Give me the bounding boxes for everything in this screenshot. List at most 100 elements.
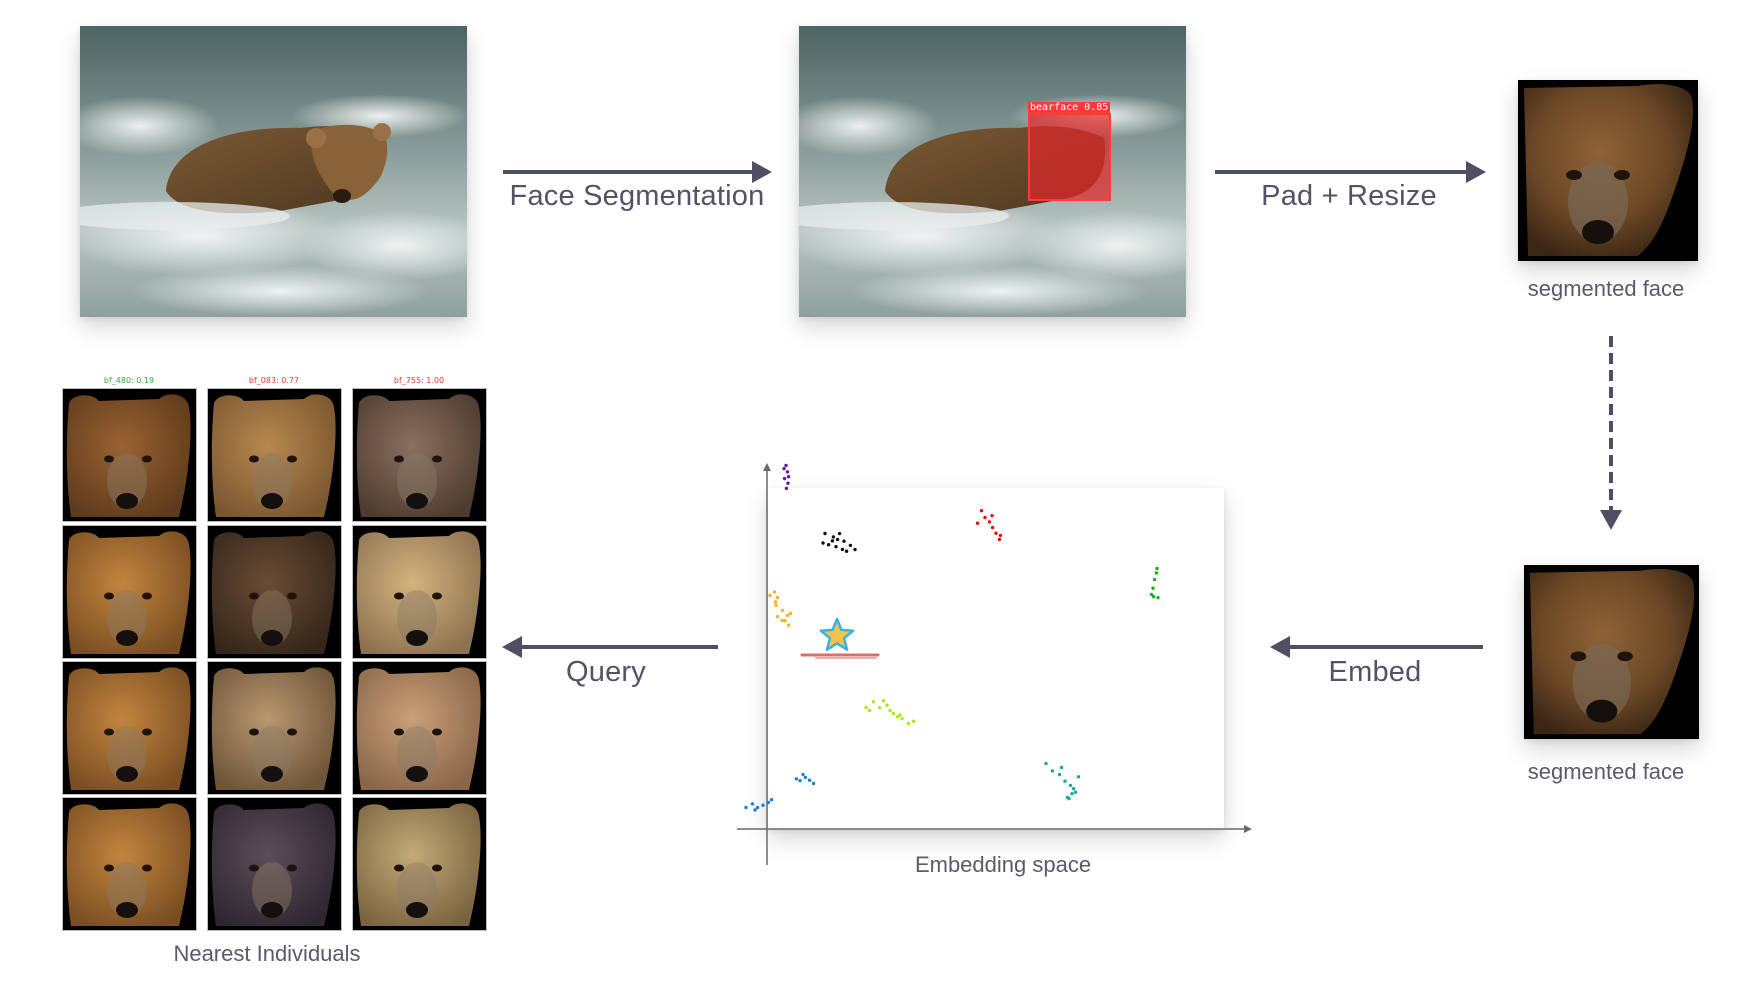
segmented-face-top-caption: segmented face [1527, 276, 1685, 301]
bear-face-blonde-icon [356, 531, 481, 654]
bear-face-image [1529, 569, 1695, 735]
embedding-point-green [1154, 571, 1159, 575]
embedding-point-teal [1070, 791, 1074, 796]
embedding-point-blue [744, 805, 748, 810]
river-bear-detection-image [799, 26, 1186, 317]
embedding-plot [737, 463, 1252, 865]
embedding-point-black [853, 547, 857, 552]
embedding-point-orange [775, 595, 780, 600]
river-bear-image [80, 26, 467, 317]
embedding-point-orange [768, 593, 772, 598]
embedding-point-black [842, 539, 846, 543]
pad-resize-label: Pad + Resize [1261, 180, 1437, 212]
embedding-point-blue [811, 781, 816, 786]
embedding-point-blue [807, 778, 812, 782]
embedding-point-purple [782, 466, 786, 471]
embedding-point-teal [1076, 775, 1081, 779]
embedding-point-blue [753, 808, 757, 812]
embedding-point-lime [891, 711, 896, 716]
bear-face-image [1524, 84, 1694, 256]
match-score-label: bf_480: 0.19 [103, 376, 155, 385]
embedding-point-lime [898, 713, 902, 717]
face-segmentation-arrow-line [503, 170, 753, 174]
x-axis-arrowhead [1244, 825, 1252, 833]
embedding-point-orange [772, 590, 777, 594]
embedding-point-purple [784, 463, 788, 468]
nearest-individual-thumbnail [207, 797, 342, 931]
embedding-point-lime [885, 703, 889, 707]
match-score-label: bf_083: 0.77 [248, 376, 300, 385]
pad-resize-arrow-line [1215, 170, 1467, 174]
bear-face-golden-icon [66, 803, 191, 926]
embedding-point-black [840, 547, 845, 552]
embedding-point-teal [1063, 779, 1067, 783]
match-score-label: bf_755: 1.00 [393, 376, 445, 385]
embedding-point-red [998, 533, 1003, 538]
embedding-point-orange [780, 618, 784, 623]
embedding-point-purple [786, 474, 791, 479]
embedding-point-black [823, 531, 827, 536]
segmented-face-top [1518, 80, 1698, 261]
embedding-point-orange [783, 618, 787, 623]
nearest-individual-thumbnail [207, 661, 342, 795]
nearest-individual-thumbnail [352, 661, 487, 795]
segmented-face-bottom [1524, 565, 1699, 739]
embedding-point-green [1151, 594, 1156, 599]
bear-face-light-brown-icon [211, 667, 336, 790]
embedding-point-black [834, 544, 838, 549]
embedding-point-red [987, 520, 992, 524]
embedding-point-red [990, 525, 995, 530]
embedding-space-caption: Embedding space [914, 852, 1092, 877]
embedding-point-orange [785, 613, 790, 618]
nearest-individual-thumbnail [352, 797, 487, 931]
bear-face-blurry-tan-icon [356, 667, 481, 790]
bear-face-dark-brown-icon [211, 531, 336, 654]
embedding-point-green [1152, 577, 1157, 582]
arrow-left-icon [1270, 636, 1290, 658]
bear-face-tan-icon [211, 394, 336, 517]
embedding-point-black [830, 539, 835, 543]
embedding-point-teal [1050, 769, 1055, 773]
embedding-point-purple [782, 476, 787, 481]
embedding-point-black [831, 535, 836, 539]
bear-face-blurry-blonde-icon [356, 803, 481, 926]
embedding-point-blue [798, 778, 802, 783]
embedding-point-blue [803, 775, 808, 780]
embedding-point-blue [794, 777, 799, 781]
embedding-point-orange [786, 623, 791, 627]
embedding-point-black [826, 542, 831, 547]
nearest-individual-thumbnail [62, 661, 197, 795]
embedding-point-black [848, 543, 853, 548]
arrow-right-icon [1466, 161, 1486, 183]
embedding-point-black [835, 537, 840, 542]
embedding-point-orange [773, 600, 778, 604]
embedding-point-purple [785, 470, 790, 474]
embedding-point-lime [906, 721, 911, 726]
face-segmentation-label: Face Segmentation [509, 180, 765, 212]
embedding-point-lime [871, 700, 876, 704]
nearest-individual-thumbnail [62, 525, 197, 659]
query-label: Query [566, 656, 646, 688]
embedding-point-orange [774, 603, 778, 607]
embedding-point-blue [769, 797, 774, 802]
embedding-point-red [994, 531, 998, 535]
embedding-point-blue [761, 803, 765, 807]
embedding-point-teal [1073, 790, 1078, 794]
embedding-point-orange [788, 611, 793, 616]
embedding-point-orange [780, 608, 785, 613]
detection-photo: bearface 0.85 [799, 26, 1186, 317]
y-axis-arrowhead [763, 463, 771, 471]
embedding-point-black [837, 531, 842, 536]
query-star-marker [819, 617, 855, 651]
embedding-point-red [979, 508, 984, 513]
embedding-point-lime [864, 705, 868, 710]
nearest-individual-thumbnail [207, 525, 342, 659]
nearest-individuals-caption: Nearest Individuals [173, 941, 361, 966]
bear-face-grey-brown-icon [356, 394, 481, 517]
segmented-face-bottom-caption: segmented face [1527, 759, 1685, 784]
embedding-point-red [997, 537, 1002, 542]
embedding-point-red [975, 521, 980, 525]
embedding-point-lime [867, 708, 872, 713]
nearest-individual-thumbnail [207, 388, 342, 522]
embedding-point-teal [1059, 765, 1064, 770]
